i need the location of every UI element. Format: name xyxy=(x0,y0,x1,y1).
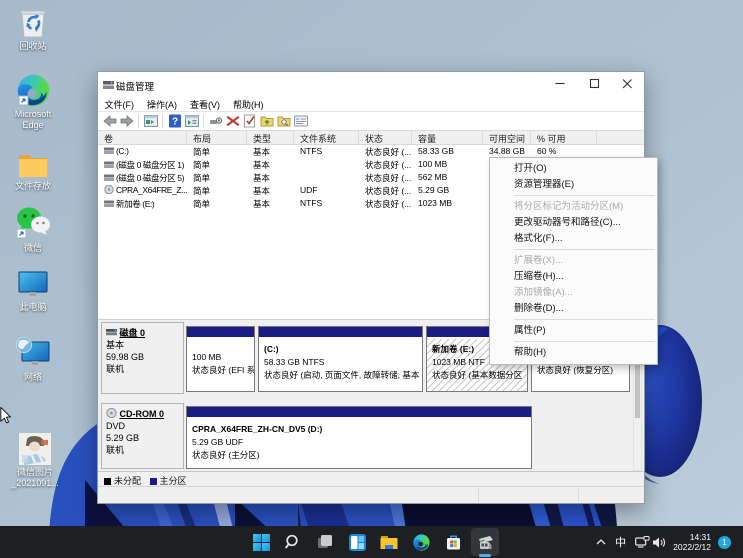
svg-text:?: ? xyxy=(171,117,177,128)
